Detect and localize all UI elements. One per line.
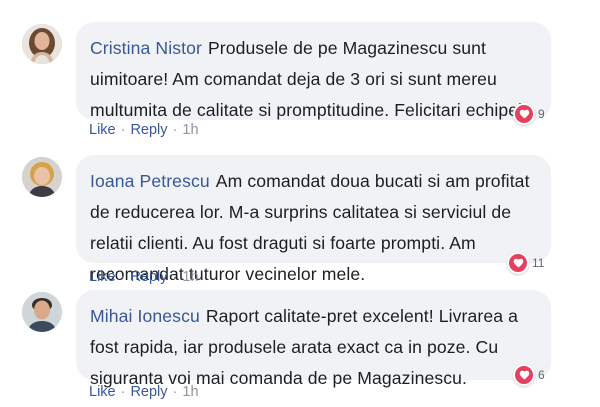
reaction-count: 6 bbox=[538, 368, 545, 382]
reaction-count: 9 bbox=[538, 107, 545, 121]
reaction-count: 11 bbox=[532, 256, 545, 270]
reaction-summary[interactable]: 9 bbox=[513, 103, 545, 125]
avatar-image bbox=[22, 24, 62, 64]
comment-bubble: Mihai Ionescu Raport calitate-pret excele… bbox=[76, 290, 551, 388]
avatar-image bbox=[22, 157, 62, 197]
avatar-image bbox=[22, 292, 62, 332]
comment-bubble: Ioana Petrescu Am comandat doua bucati si… bbox=[76, 155, 551, 284]
comment-actions: Like · Reply · 1h bbox=[89, 269, 199, 285]
like-link[interactable]: Like bbox=[89, 269, 116, 285]
separator: · bbox=[120, 384, 126, 400]
separator: · bbox=[172, 269, 178, 285]
comment-timestamp[interactable]: 1h bbox=[182, 122, 198, 138]
avatar[interactable] bbox=[22, 157, 62, 197]
reply-link[interactable]: Reply bbox=[130, 384, 167, 400]
avatar[interactable] bbox=[22, 292, 62, 332]
separator: · bbox=[172, 122, 178, 138]
heart-icon bbox=[513, 103, 535, 125]
comment-author[interactable]: Ioana Petrescu bbox=[90, 171, 210, 191]
like-link[interactable]: Like bbox=[89, 384, 116, 400]
comment-timestamp[interactable]: 1h bbox=[182, 384, 198, 400]
comment-bubble: Cristina Nistor Produsele de pe Magazines… bbox=[76, 22, 551, 120]
comment-actions: Like · Reply · 1h bbox=[89, 384, 199, 400]
comment-actions: Like · Reply · 1h bbox=[89, 122, 199, 138]
like-link[interactable]: Like bbox=[89, 122, 116, 138]
separator: · bbox=[120, 122, 126, 138]
reaction-summary[interactable]: 6 bbox=[513, 364, 545, 386]
separator: · bbox=[172, 384, 178, 400]
reply-link[interactable]: Reply bbox=[130, 269, 167, 285]
comment-timestamp[interactable]: 1h bbox=[182, 269, 198, 285]
separator: · bbox=[120, 269, 126, 285]
comment-author[interactable]: Cristina Nistor bbox=[90, 38, 202, 58]
reply-link[interactable]: Reply bbox=[130, 122, 167, 138]
heart-icon bbox=[513, 364, 535, 386]
avatar[interactable] bbox=[22, 24, 62, 64]
reaction-summary[interactable]: 11 bbox=[507, 252, 544, 274]
heart-icon bbox=[507, 252, 529, 274]
comment-author[interactable]: Mihai Ionescu bbox=[90, 306, 200, 326]
